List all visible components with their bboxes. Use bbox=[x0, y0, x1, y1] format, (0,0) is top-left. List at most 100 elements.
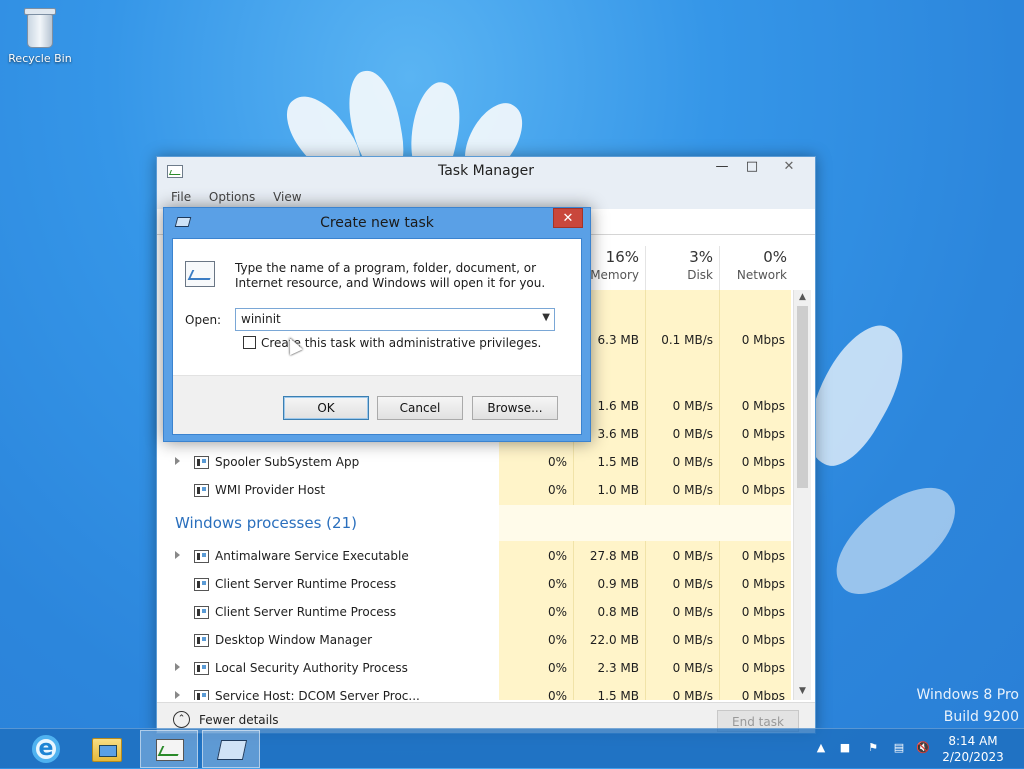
windows-build-watermark: Windows 8 Pro Build 9200 bbox=[916, 684, 1019, 728]
table-row[interactable]: Client Server Runtime Process 0% 0.9 MB … bbox=[157, 571, 793, 599]
vertical-scrollbar[interactable]: ▲ ▼ bbox=[793, 290, 811, 700]
menu-options[interactable]: Options bbox=[209, 187, 255, 207]
table-row[interactable]: Local Security Authority Process 0% 2.3 … bbox=[157, 655, 793, 683]
chevron-up-circle-icon[interactable]: ⌃ bbox=[173, 711, 190, 728]
printer-icon bbox=[194, 456, 209, 469]
expand-chevron-icon[interactable] bbox=[175, 691, 180, 699]
chevron-down-icon[interactable]: ▼ bbox=[542, 312, 550, 323]
cell-disk: 0 MB/s bbox=[672, 577, 713, 591]
cell-disk: 0.1 MB/s bbox=[661, 333, 713, 347]
table-row[interactable]: Service Host: DCOM Server Proc... 0% 1.5… bbox=[157, 683, 793, 700]
process-name: Local Security Authority Process bbox=[215, 661, 408, 675]
cell-disk: 0 MB/s bbox=[672, 689, 713, 700]
scroll-thumb[interactable] bbox=[797, 306, 808, 488]
cell-network: 0 Mbps bbox=[741, 455, 785, 469]
show-hidden-icons-icon[interactable]: ▲ bbox=[814, 741, 828, 755]
open-label: Open: bbox=[185, 313, 222, 327]
cancel-button[interactable]: Cancel bbox=[377, 396, 463, 420]
process-name: WMI Provider Host bbox=[215, 483, 326, 497]
cell-cpu: 0% bbox=[547, 455, 567, 469]
menu-view[interactable]: View bbox=[273, 187, 301, 207]
cell-network: 0 Mbps bbox=[741, 605, 785, 619]
fewer-details-link[interactable]: Fewer details bbox=[199, 713, 279, 727]
network-icon[interactable]: ▤ bbox=[892, 741, 906, 755]
cell-network: 0 Mbps bbox=[741, 633, 785, 647]
cell-memory: 27.8 MB bbox=[589, 549, 639, 563]
expand-chevron-icon[interactable] bbox=[175, 457, 180, 465]
run-program-icon bbox=[185, 261, 215, 287]
flag-icon[interactable]: ⚑ bbox=[866, 741, 880, 755]
create-new-task-dialog: Create new task ✕ Type the name of a pro… bbox=[163, 207, 591, 442]
clock-date: 2/20/2023 bbox=[942, 750, 1004, 764]
disk-label: Disk bbox=[687, 268, 713, 282]
cell-cpu: 0% bbox=[547, 661, 567, 675]
close-button[interactable]: ✕ bbox=[553, 208, 583, 228]
table-row[interactable]: Spooler SubSystem App 0% 1.5 MB 0 MB/s 0… bbox=[157, 449, 793, 477]
minimize-button[interactable]: — bbox=[707, 157, 737, 179]
browse-button[interactable]: Browse... bbox=[472, 396, 558, 420]
close-button[interactable]: ✕ bbox=[767, 157, 811, 179]
taskbar-task-manager[interactable] bbox=[140, 730, 198, 768]
cell-network: 0 Mbps bbox=[741, 577, 785, 591]
cell-network: 0 Mbps bbox=[741, 661, 785, 675]
table-row[interactable]: WMI Provider Host 0% 1.0 MB 0 MB/s 0 Mbp… bbox=[157, 477, 793, 505]
volume-muted-icon[interactable]: 🔇 bbox=[916, 741, 930, 755]
table-row[interactable]: Desktop Window Manager 0% 22.0 MB 0 MB/s… bbox=[157, 627, 793, 655]
cell-memory: 1.0 MB bbox=[597, 483, 639, 497]
column-disk[interactable]: 3% Disk bbox=[645, 246, 719, 290]
action-center-square-icon[interactable]: ■ bbox=[838, 741, 852, 755]
process-icon bbox=[194, 662, 209, 675]
cell-network: 0 Mbps bbox=[741, 689, 785, 700]
internet-explorer-icon: e bbox=[32, 735, 60, 763]
cell-disk: 0 MB/s bbox=[672, 483, 713, 497]
group-header-windows-processes[interactable]: Windows processes (21) bbox=[175, 514, 357, 532]
cell-cpu: 0% bbox=[547, 633, 567, 647]
recycle-bin-label: Recycle Bin bbox=[8, 52, 72, 65]
menu-file[interactable]: File bbox=[171, 187, 191, 207]
cell-cpu: 0% bbox=[547, 577, 567, 591]
table-row[interactable]: Antimalware Service Executable 0% 27.8 M… bbox=[157, 543, 793, 571]
cell-cpu: 0% bbox=[547, 549, 567, 563]
dialog-titlebar[interactable]: Create new task ✕ bbox=[164, 208, 590, 237]
taskbar-internet-explorer[interactable]: e bbox=[16, 730, 74, 768]
table-row[interactable]: Client Server Runtime Process 0% 0.8 MB … bbox=[157, 599, 793, 627]
open-combobox[interactable]: wininit ▼ bbox=[235, 308, 555, 331]
process-name: Antimalware Service Executable bbox=[215, 549, 409, 563]
process-name: Client Server Runtime Process bbox=[215, 577, 397, 591]
disk-percent: 3% bbox=[689, 248, 713, 266]
cell-network: 0 Mbps bbox=[741, 399, 785, 413]
taskbar-clock[interactable]: 8:14 AM 2/20/2023 bbox=[938, 733, 1008, 765]
open-input-value[interactable]: wininit bbox=[241, 312, 281, 326]
task-manager-titlebar[interactable]: Task Manager — □ ✕ bbox=[157, 157, 815, 187]
maximize-button[interactable]: □ bbox=[737, 157, 767, 179]
process-name: Client Server Runtime Process bbox=[215, 605, 397, 619]
cell-disk: 0 MB/s bbox=[672, 455, 713, 469]
process-icon bbox=[194, 578, 209, 591]
cell-network: 0 Mbps bbox=[741, 549, 785, 563]
menu-bar: File Options View bbox=[157, 187, 815, 209]
cell-cpu: 0% bbox=[547, 689, 567, 700]
scroll-down-icon[interactable]: ▼ bbox=[794, 684, 811, 698]
expand-chevron-icon[interactable] bbox=[175, 663, 180, 671]
group-row-shade bbox=[499, 505, 791, 541]
cell-disk: 0 MB/s bbox=[672, 605, 713, 619]
cell-disk: 0 MB/s bbox=[672, 549, 713, 563]
network-label: Network bbox=[736, 268, 787, 282]
ok-button[interactable]: OK bbox=[283, 396, 369, 420]
recycle-bin-icon bbox=[23, 6, 57, 50]
process-icon bbox=[194, 484, 209, 497]
process-name: Service Host: DCOM Server Proc... bbox=[215, 689, 420, 700]
desktop-icon-recycle-bin[interactable]: Recycle Bin bbox=[6, 6, 74, 65]
admin-privileges-checkbox[interactable] bbox=[243, 336, 256, 349]
process-icon bbox=[194, 606, 209, 619]
expand-chevron-icon[interactable] bbox=[175, 551, 180, 559]
scroll-up-icon[interactable]: ▲ bbox=[794, 290, 811, 304]
taskbar-file-explorer[interactable] bbox=[78, 730, 136, 768]
cell-memory: 1.5 MB bbox=[597, 689, 639, 700]
taskbar-create-new-task[interactable] bbox=[202, 730, 260, 768]
column-network[interactable]: 0% Network bbox=[719, 246, 793, 290]
cell-network: 0 Mbps bbox=[741, 427, 785, 441]
cell-network: 0 Mbps bbox=[741, 333, 785, 347]
task-manager-icon bbox=[156, 739, 184, 761]
admin-privileges-label[interactable]: Create this task with administrative pri… bbox=[261, 336, 541, 350]
